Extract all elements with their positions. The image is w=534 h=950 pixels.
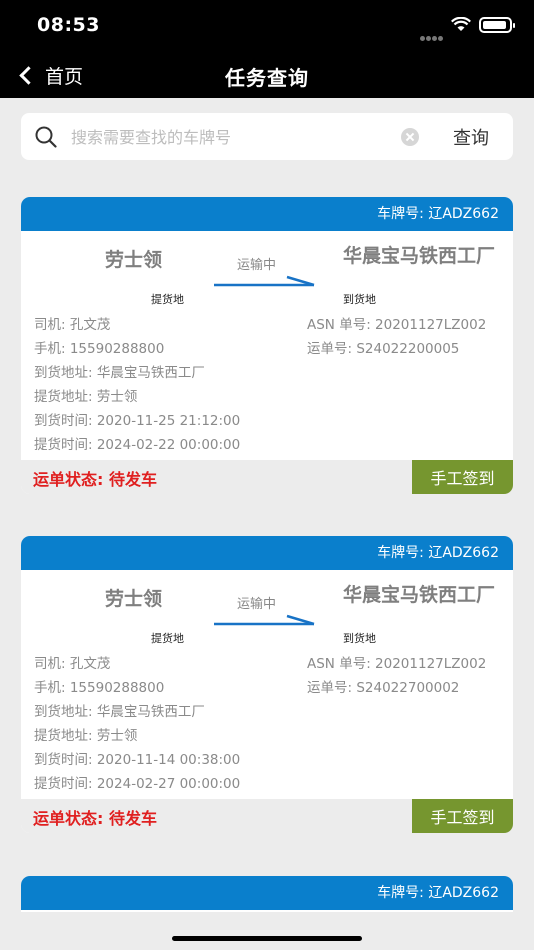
transit-status: 运输中 [237,258,277,273]
pickup-time: 提货时间: 2024-02-22 00:00:00 [34,437,241,453]
asn-number: ASN 单号: 20201127LZ002 [307,317,487,333]
order-status: 运单状态: 待发车 [33,470,157,489]
info-right: ASN 单号: 20201127LZ002 运单号: S24022700002 [307,652,513,700]
plate-number: 车牌号: 辽ADZ662 [21,876,513,910]
manual-checkin-button[interactable]: 手工签到 [412,799,513,833]
plate-number: 车牌号: 辽ADZ662 [21,536,513,570]
task-card[interactable]: 车牌号: 辽ADZ662 劳士领 提货地 运输中 华晨宝马铁西工厂 到货地 司机… [21,536,513,833]
order-status: 运单状态: 待发车 [33,809,157,828]
destination-label: 到货地 [343,632,376,645]
pickup-address: 提货地址: 劳士领 [34,728,138,744]
waybill-number: 运单号: S24022700002 [307,680,460,696]
driver: 司机: 孔文茂 [34,317,111,333]
destination-name: 华晨宝马铁西工厂 [343,584,496,606]
manual-checkin-button[interactable]: 手工签到 [412,460,513,494]
task-card[interactable]: 车牌号: 辽ADZ662 劳士领 提货地 运输中 华晨宝马铁西工厂 到货地 司机… [21,197,513,494]
route-arrow-icon [214,275,315,287]
page-title: 任务查询 [225,66,309,90]
info-left: 司机: 孔文茂 手机: 15590288800 到货地址: 华晨宝马铁西工厂 提… [34,313,304,457]
card-footer: 运单状态: 待发车 手工签到 [21,799,513,833]
search-icon [35,126,57,148]
pickup-time: 提货时间: 2024-02-27 00:00:00 [34,776,241,792]
phone: 手机: 15590288800 [34,341,165,357]
route: 劳士领 提货地 运输中 华晨宝马铁西工厂 到货地 [21,570,513,652]
arrival-address: 到货地址: 华晨宝马铁西工厂 [34,365,205,381]
waybill-number: 运单号: S24022200005 [307,341,460,357]
destination-name: 华晨宝马铁西工厂 [343,245,496,267]
card-footer: 运单状态: 待发车 手工签到 [21,460,513,494]
info-right: ASN 单号: 20201127LZ002 运单号: S24022200005 [307,313,513,361]
bottom-safe-area [0,912,534,950]
cellular-signal-icon [420,26,446,41]
route-arrow-icon [214,614,315,626]
transit-status: 运输中 [237,597,277,612]
search-box: 查询 [21,113,513,160]
asn-number: ASN 单号: 20201127LZ002 [307,656,487,672]
route: 劳士领 提货地 运输中 华晨宝马铁西工厂 到货地 [21,231,513,313]
arrival-address: 到货地址: 华晨宝马铁西工厂 [34,704,205,720]
pickup-address: 提货地址: 劳士领 [34,389,138,405]
search-input[interactable] [71,123,371,151]
info-left: 司机: 孔文茂 手机: 15590288800 到货地址: 华晨宝马铁西工厂 提… [34,652,304,796]
origin-label: 提货地 [151,293,184,306]
origin-name: 劳士领 [105,588,163,610]
driver: 司机: 孔文茂 [34,656,111,672]
nav-bar: 首页 任务查询 [0,52,534,98]
destination-label: 到货地 [343,293,376,306]
arrival-time: 到货时间: 2020-11-25 21:12:00 [34,413,241,429]
search-area: 查询 [0,98,534,178]
wifi-icon [451,17,471,31]
battery-icon [479,17,515,33]
plate-number: 车牌号: 辽ADZ662 [21,197,513,231]
origin-name: 劳士领 [105,249,163,271]
home-indicator[interactable] [172,936,362,941]
clear-icon[interactable] [401,128,419,146]
status-time: 08:53 [37,14,100,36]
search-button[interactable]: 查询 [436,121,506,153]
arrival-time: 到货时间: 2020-11-14 00:38:00 [34,752,241,768]
origin-label: 提货地 [151,632,184,645]
phone: 手机: 15590288800 [34,680,165,696]
status-bar: 08:53 [0,0,534,52]
